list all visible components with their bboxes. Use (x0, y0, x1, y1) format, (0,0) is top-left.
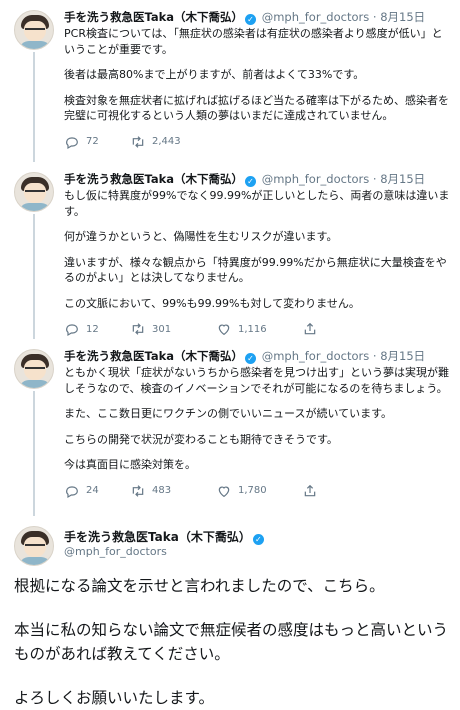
heart-icon (218, 486, 230, 497)
reply-count: 72 (86, 136, 99, 147)
like-button[interactable] (216, 134, 302, 150)
reply-icon (66, 324, 78, 337)
avatar[interactable] (14, 172, 54, 212)
tweet-paragraph: ともかく現状「症状がないうちから感染者を見つけ出す」という夢は実現が難しそうなの… (64, 366, 449, 395)
share-icon (304, 484, 316, 496)
avatar[interactable] (14, 526, 54, 566)
avatar[interactable] (14, 10, 54, 50)
tweet-date[interactable]: 8月15日 (380, 172, 425, 186)
display-name[interactable]: 手を洗う救急医Taka（木下喬弘） (64, 349, 243, 363)
tweet-paragraph: もし仮に特異度が99%でなく99.99%が正しいとしたら、両者の意味は違います。 (64, 189, 450, 218)
tweet-header: 手を洗う救急医Taka（木下喬弘） ✓ @mph_for_doctors · 8月… (64, 349, 450, 364)
user-handle[interactable]: @mph_for_doctors (262, 349, 370, 363)
tweet-paragraph: 何が違うかというと、偽陽性を生むリスクが違います。 (64, 230, 338, 243)
tweet-paragraph: PCR検査については、「無症状の感染者は有症状の感染者より感度が低い」ということ… (64, 27, 443, 56)
tweet-text: ともかく現状「症状がないうちから感染者を見つけ出す」という夢は実現が難しそうなの… (64, 365, 450, 473)
thread-line (33, 391, 35, 516)
thread-tweet[interactable]: 手を洗う救急医Taka（木下喬弘） ✓ @mph_for_doctors · 8月… (0, 0, 460, 162)
separator-dot: · (372, 10, 377, 24)
reply-button[interactable]: 24 (64, 483, 130, 499)
verified-badge-icon: ✓ (252, 534, 264, 545)
main-tweet-paragraph: よろしくお願いいたします。 (14, 689, 214, 707)
retweet-icon (132, 323, 144, 335)
reply-button[interactable]: 12 (64, 321, 130, 337)
thread-tweet[interactable]: 手を洗う救急医Taka（木下喬弘） ✓ @mph_for_doctors · 8月… (0, 339, 460, 516)
retweet-count: 2,443 (152, 136, 181, 147)
reply-button[interactable]: 72 (64, 134, 130, 150)
reply-icon (66, 136, 78, 149)
separator-dot: · (372, 349, 377, 363)
separator-dot: · (372, 172, 377, 186)
like-count: 1,116 (238, 323, 267, 335)
share-button[interactable] (302, 483, 332, 499)
retweet-count: 301 (152, 323, 172, 335)
thread-line (33, 214, 35, 339)
like-count: 1,780 (238, 485, 267, 496)
user-handle[interactable]: @mph_for_doctors (262, 10, 370, 24)
tweet-paragraph: 今は真面目に感染対策を。 (64, 458, 196, 471)
main-tweet[interactable]: 手を洗う救急医Taka（木下喬弘） ✓ @mph_for_doctors 根拠にな… (0, 516, 460, 710)
reply-count: 12 (86, 323, 99, 335)
tweet-date[interactable]: 8月15日 (380, 10, 425, 24)
tweet-header: 手を洗う救急医Taka（木下喬弘） ✓ @mph_for_doctors · 8月… (64, 10, 450, 25)
retweet-button[interactable]: 2,443 (130, 134, 216, 150)
tweet-paragraph: 検査対象を無症状者に拡げれば拡げるほど当たる確率は下がるため、感染者を完璧に可視… (64, 93, 449, 123)
display-name[interactable]: 手を洗う救急医Taka（木下喬弘） (64, 10, 243, 24)
main-tweet-header: 手を洗う救急医Taka（木下喬弘） ✓ @mph_for_doctors (14, 526, 450, 566)
retweet-count: 483 (152, 485, 172, 496)
tweet-paragraph: 後者は最高80%まで上がりますが、前者はよくて33%です。 (64, 68, 365, 81)
verified-badge-icon: ✓ (245, 353, 257, 364)
tweet-paragraph: こちらの開発で状況が変わることも期待できそうです。 (64, 432, 338, 446)
retweet-icon (132, 135, 144, 148)
tweet-paragraph: 違いますが、様々な観点から「特異度が99.99%だから無症状に大量検査をやるのが… (64, 255, 447, 285)
share-icon (304, 322, 316, 335)
avatar[interactable] (14, 349, 54, 389)
main-tweet-text: 根拠になる論文を示せと言われましたので、こちら。 本当に私の知らない論文で無症候… (14, 574, 450, 710)
display-name[interactable]: 手を洗う救急医Taka（木下喬弘） (64, 530, 251, 544)
tweet-text: PCR検査については、「無症状の感染者は有症状の感染者より感度が低い」ということ… (64, 26, 450, 124)
action-bar: 24 483 1,780 (64, 478, 450, 504)
heart-icon (218, 324, 230, 336)
reply-count: 24 (86, 485, 99, 496)
like-button[interactable]: 1,116 (216, 321, 302, 337)
share-button[interactable] (302, 321, 332, 337)
reply-icon (66, 485, 78, 498)
tweet-header: 手を洗う救急医Taka（木下喬弘） ✓ @mph_for_doctors · 8月… (64, 172, 450, 187)
retweet-button[interactable]: 301 (130, 321, 216, 337)
tweet-date[interactable]: 8月15日 (380, 349, 425, 363)
display-name[interactable]: 手を洗う救急医Taka（木下喬弘） (64, 172, 243, 186)
share-button[interactable] (302, 134, 332, 150)
verified-badge-icon: ✓ (245, 176, 257, 187)
like-button[interactable]: 1,780 (216, 483, 302, 499)
author-identity: 手を洗う救急医Taka（木下喬弘） ✓ @mph_for_doctors (64, 526, 266, 559)
action-bar: 72 2,443 (64, 129, 450, 155)
tweet-paragraph: この文脈において、99%も99.99%も対して変わりません。 (64, 296, 360, 310)
retweet-button[interactable]: 483 (130, 483, 216, 499)
thread-line (33, 52, 35, 162)
main-tweet-paragraph: 根拠になる論文を示せと言われましたので、こちら。 (14, 577, 385, 595)
tweet-text: もし仮に特異度が99%でなく99.99%が正しいとしたら、両者の意味は違います。… (64, 188, 450, 311)
user-handle[interactable]: @mph_for_doctors (262, 172, 370, 186)
verified-badge-icon: ✓ (245, 14, 257, 25)
tweet-paragraph: また、ここ数日更にワクチンの側でいいニュースが続いています。 (64, 407, 393, 420)
user-handle[interactable]: @mph_for_doctors (64, 545, 266, 559)
retweet-icon (132, 484, 144, 497)
thread-tweet[interactable]: 手を洗う救急医Taka（木下喬弘） ✓ @mph_for_doctors · 8月… (0, 162, 460, 339)
main-tweet-paragraph: 本当に私の知らない論文で無症候者の感度はもっと高いというものがあれば教えてくださ… (14, 621, 449, 663)
